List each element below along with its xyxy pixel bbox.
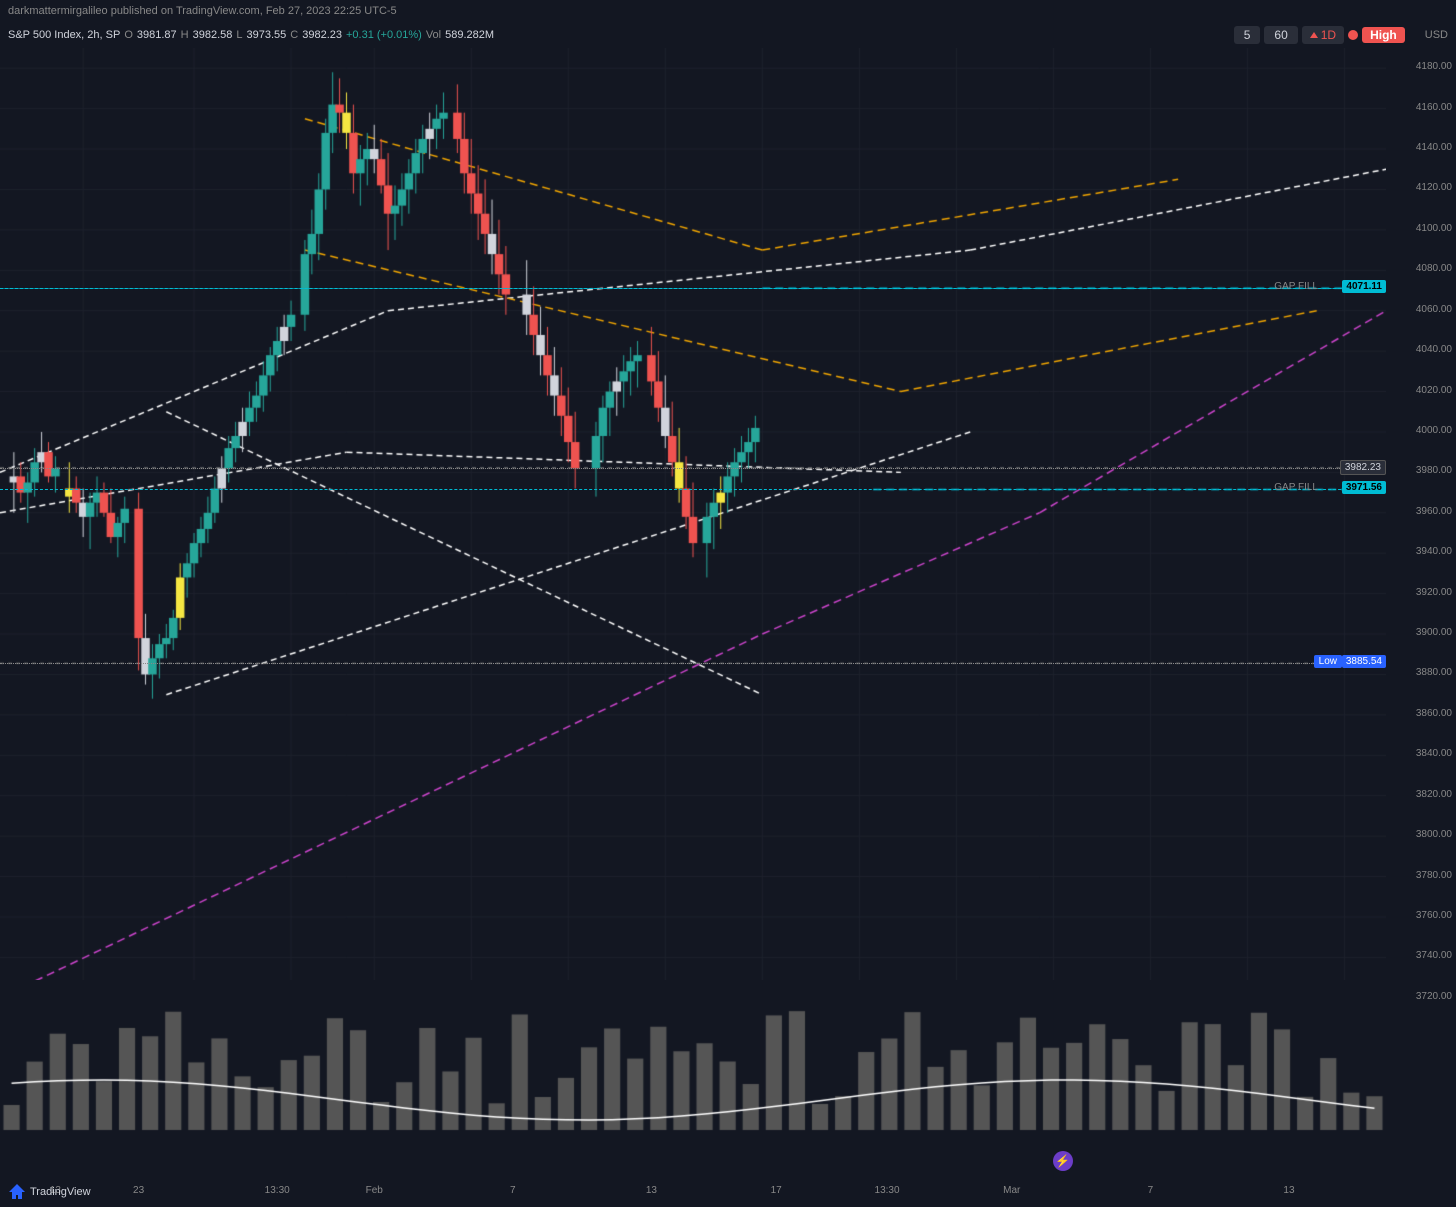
price-tick: 3960.00 xyxy=(1416,506,1452,517)
tf1d-button[interactable]: 1D xyxy=(1302,26,1344,44)
triangle-up-icon xyxy=(1310,32,1318,38)
price-tick: 3900.00 xyxy=(1416,627,1452,638)
price-tick: 3860.00 xyxy=(1416,708,1452,719)
price-tick: 3880.00 xyxy=(1416,667,1452,678)
publisher-info: darkmattermirgalileo published on Tradin… xyxy=(8,5,397,17)
timeframe-controls: 5 60 1D High xyxy=(1234,26,1405,44)
high-label: H xyxy=(181,29,189,41)
volume-label: Vol xyxy=(426,29,441,41)
gap-fill-upper-line xyxy=(0,288,1386,289)
symbol-name: S&P 500 Index, 2h, SP xyxy=(8,29,120,41)
gap-fill-lower-text: GAP FILL xyxy=(1274,482,1318,493)
low-price-label: 3885.54 xyxy=(1342,655,1386,668)
price-axis: 4180.00 4160.00 4140.00 4120.00 4100.00 4080.… xyxy=(1386,48,1456,1018)
price-tick: 3940.00 xyxy=(1416,546,1452,557)
tv-logo-icon xyxy=(8,1183,26,1201)
open-label: O xyxy=(124,29,133,41)
gap-fill-lower-line xyxy=(0,489,1386,490)
time-tick: 13 xyxy=(1283,1185,1294,1196)
time-tick: 13 xyxy=(646,1185,657,1196)
change-value: +0.31 (+0.01%) xyxy=(346,29,422,41)
tf60-button[interactable]: 60 xyxy=(1264,26,1297,44)
current-price-label: 3982.23 xyxy=(1340,460,1386,475)
time-tick: 13:30 xyxy=(875,1185,900,1196)
current-price-line xyxy=(0,468,1386,469)
low-label: L xyxy=(236,29,242,41)
low-text: Low xyxy=(1314,655,1342,668)
price-tick: 4020.00 xyxy=(1416,385,1452,396)
price-tick: 4000.00 xyxy=(1416,425,1452,436)
price-tick: 3760.00 xyxy=(1416,910,1452,921)
chart-container: darkmattermirgalileo published on Tradin… xyxy=(0,0,1456,1207)
high-badge: High xyxy=(1362,27,1405,43)
tradingview-logo: TradingView xyxy=(8,1183,91,1201)
price-tick: 4040.00 xyxy=(1416,344,1452,355)
price-tick: 3800.00 xyxy=(1416,829,1452,840)
price-tick: 4120.00 xyxy=(1416,182,1452,193)
volume-chart xyxy=(0,980,1386,1150)
low-value: 3973.55 xyxy=(247,29,287,41)
price-tick: 4180.00 xyxy=(1416,61,1452,72)
time-tick: 23 xyxy=(133,1185,144,1196)
gap-fill-upper-label: 4071.11 xyxy=(1342,280,1386,293)
time-tick: 17 xyxy=(771,1185,782,1196)
time-tick: 7 xyxy=(1148,1185,1154,1196)
price-tick: 4160.00 xyxy=(1416,102,1452,113)
price-tick: 3840.00 xyxy=(1416,748,1452,759)
price-tick: 4140.00 xyxy=(1416,142,1452,153)
tf1d-label: 1D xyxy=(1321,28,1336,42)
publisher-bar: darkmattermirgalileo published on Tradin… xyxy=(0,0,1456,22)
time-tick: 13:30 xyxy=(265,1185,290,1196)
price-tick: 4060.00 xyxy=(1416,304,1452,315)
currency-label: USD xyxy=(1425,29,1448,41)
price-tick: 3720.00 xyxy=(1416,991,1452,1002)
symbol-bar: S&P 500 Index, 2h, SP O 3981.87 H 3982.5… xyxy=(0,22,1456,48)
price-tick: 3780.00 xyxy=(1416,870,1452,881)
lightning-icon[interactable]: ⚡ xyxy=(1053,1151,1073,1171)
tradingview-text: TradingView xyxy=(30,1186,91,1198)
high-value: 3982.58 xyxy=(193,29,233,41)
price-tick: 3740.00 xyxy=(1416,950,1452,961)
red-dot-icon xyxy=(1348,30,1358,40)
price-tick: 4080.00 xyxy=(1416,263,1452,274)
price-tick: 4100.00 xyxy=(1416,223,1452,234)
low-level-line xyxy=(0,663,1386,664)
price-tick: 3980.00 xyxy=(1416,465,1452,476)
main-chart[interactable] xyxy=(0,48,1386,1018)
time-tick: Mar xyxy=(1003,1185,1020,1196)
tf5-button[interactable]: 5 xyxy=(1234,26,1261,44)
close-label: C xyxy=(290,29,298,41)
price-tick: 3820.00 xyxy=(1416,789,1452,800)
close-value: 3982.23 xyxy=(302,29,342,41)
gap-fill-upper-text: GAP FILL xyxy=(1274,281,1318,292)
time-tick: 7 xyxy=(510,1185,516,1196)
open-value: 3981.87 xyxy=(137,29,177,41)
volume-value: 589.282M xyxy=(445,29,494,41)
gap-fill-lower-label: 3971.56 xyxy=(1342,481,1386,494)
time-tick: Feb xyxy=(366,1185,383,1196)
price-tick: 3920.00 xyxy=(1416,587,1452,598)
time-axis: 132313:30Feb7131713:30Mar713 xyxy=(0,1177,1386,1207)
